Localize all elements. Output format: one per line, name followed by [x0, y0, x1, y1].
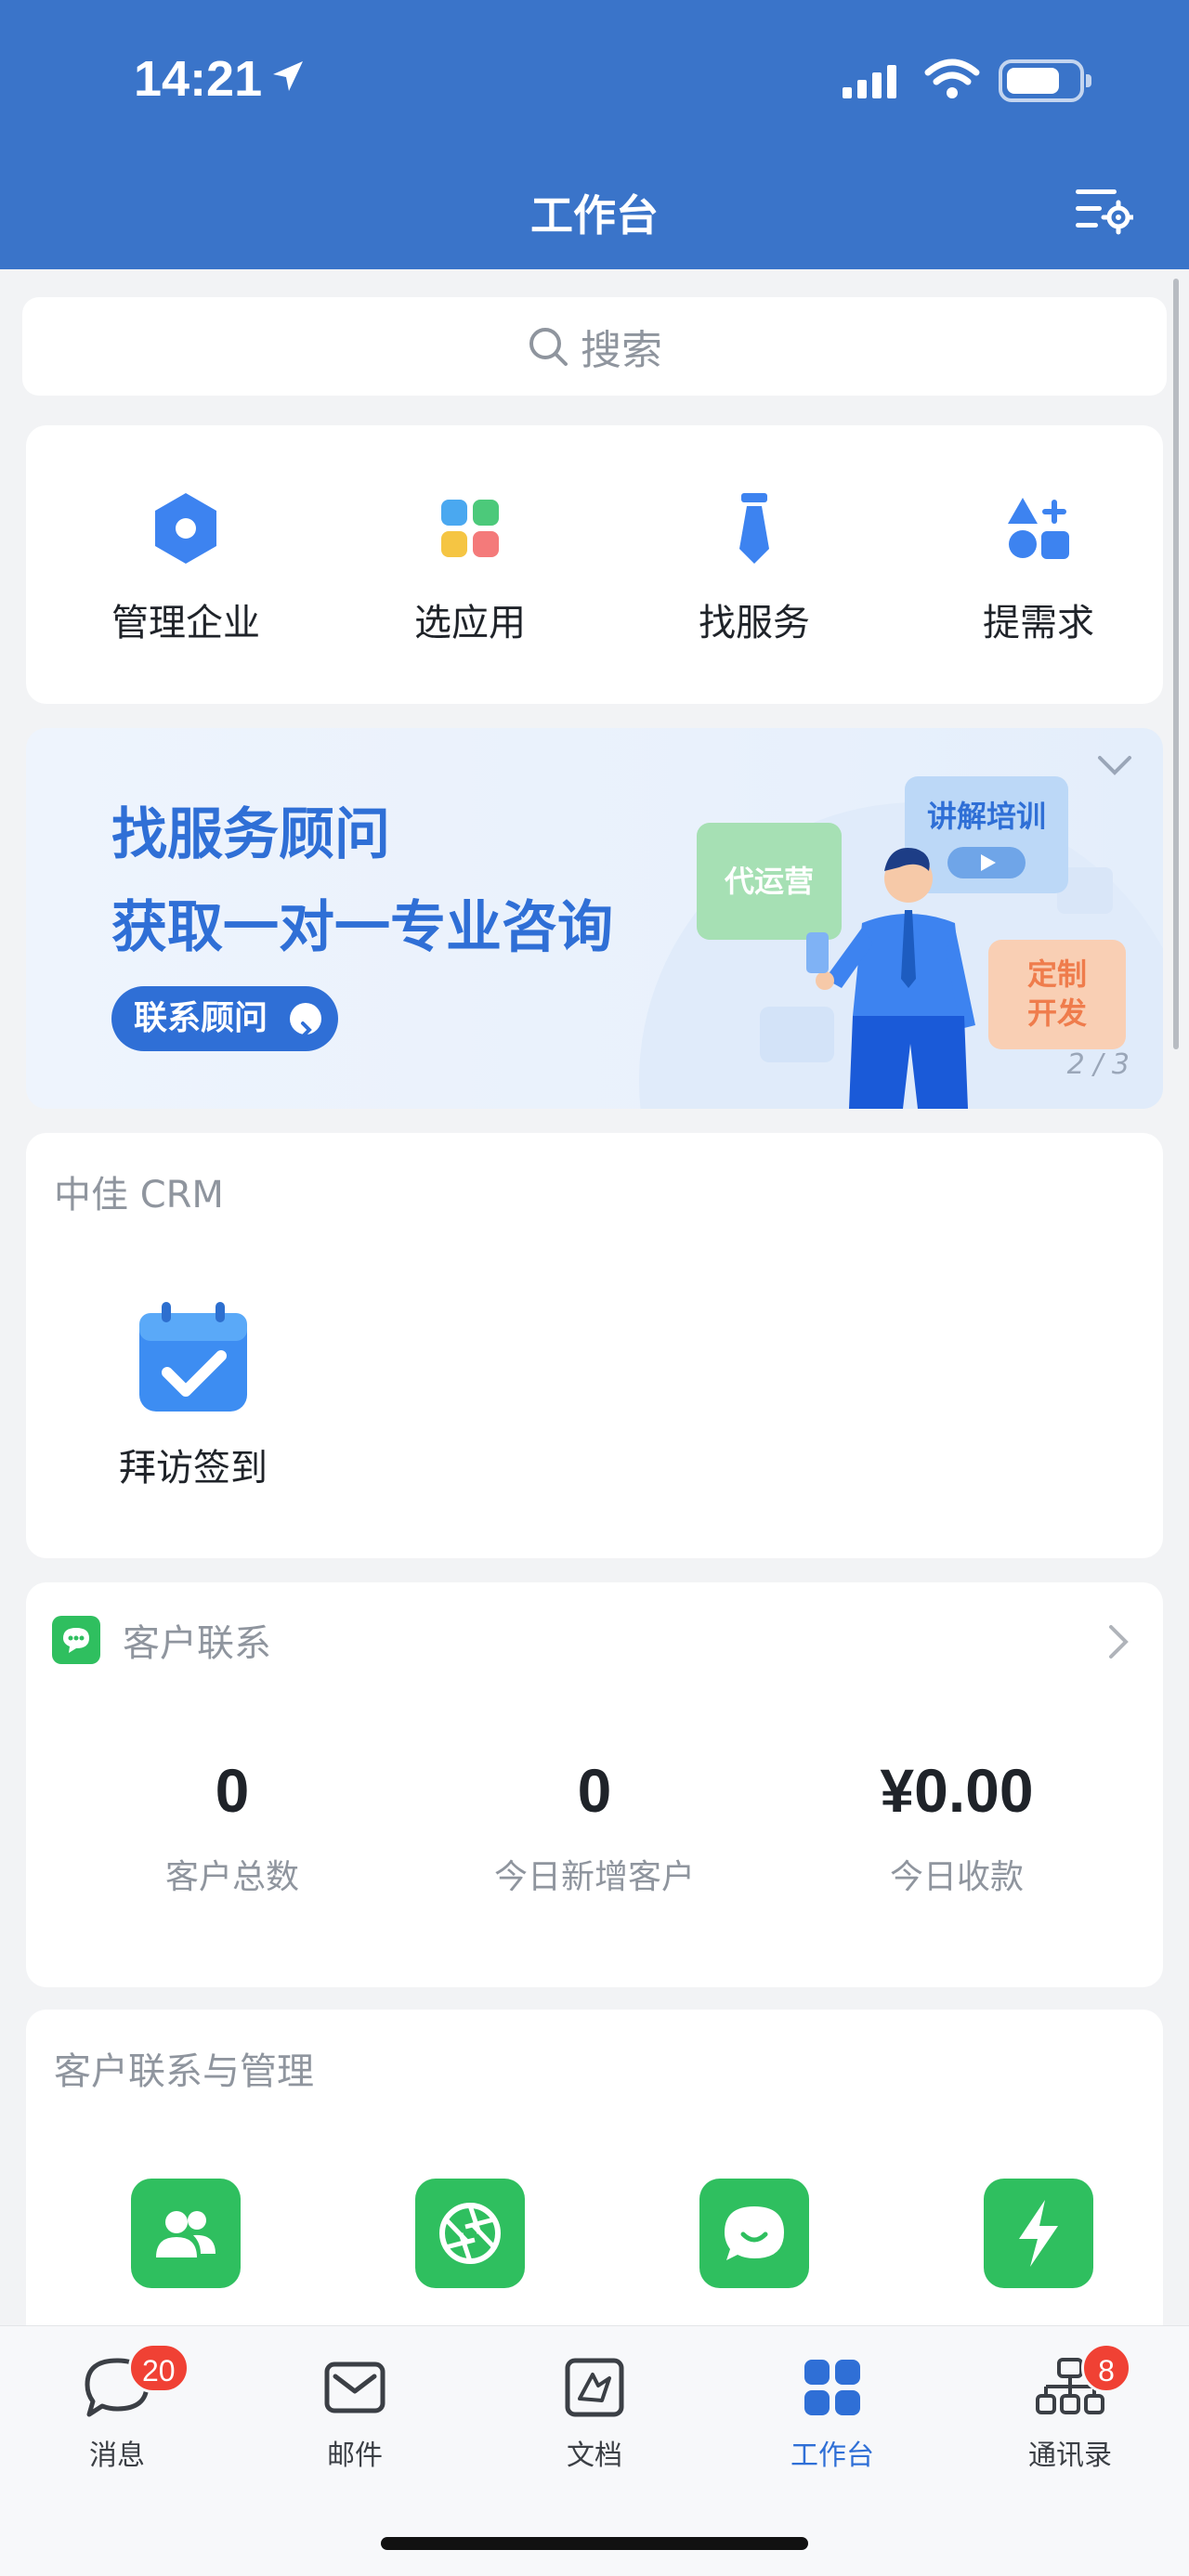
- quick-action-choose-app[interactable]: 选应用: [359, 485, 581, 646]
- cellular-signal-icon: [843, 65, 896, 98]
- chevron-right-icon: [290, 1003, 322, 1038]
- banner-subheadline: 获取一对一专业咨询: [111, 895, 613, 960]
- hexagon-icon: [155, 493, 216, 564]
- wifi-icon: [924, 59, 980, 98]
- status-bar: 14:21: [0, 45, 1189, 119]
- chevron-down-icon[interactable]: [1096, 754, 1133, 778]
- search-placeholder: 搜索: [581, 327, 662, 374]
- workbench-grid-icon: [804, 2360, 860, 2415]
- crm-title: 中佳 CRM: [54, 1174, 224, 1216]
- top-bar: 14:21 工作台: [0, 0, 1189, 269]
- stat-total-customers: 0 客户总数: [93, 1755, 372, 1898]
- search-icon: [529, 328, 568, 366]
- mgmt-item-moments[interactable]: [359, 2179, 581, 2288]
- quick-action-label: 提需求: [983, 602, 1094, 644]
- stat-label: 客户总数: [164, 1858, 299, 1896]
- advisor-illustration: [806, 848, 975, 1109]
- stat-value: 0: [577, 1756, 612, 1825]
- home-indicator[interactable]: [381, 2537, 808, 2550]
- quick-action-find-service[interactable]: 找服务: [643, 485, 866, 646]
- banner-headline: 找服务顾问: [111, 802, 390, 867]
- mgmt-item-wechat-service[interactable]: [643, 2179, 866, 2288]
- contact-advisor-label: 联系顾问: [134, 999, 268, 1037]
- stat-value: ¥0.00: [880, 1756, 1034, 1825]
- document-icon: [565, 2358, 624, 2417]
- tab-label: 消息: [89, 2439, 145, 2472]
- stat-new-customers-today: 0 今日新增客户: [455, 1755, 734, 1898]
- lightning-icon: [984, 2179, 1093, 2288]
- aperture-icon: [415, 2179, 525, 2288]
- stat-value: 0: [215, 1756, 250, 1825]
- battery-icon: [999, 59, 1091, 102]
- crm-item-label: 拜访签到: [119, 1447, 268, 1490]
- tab-docs[interactable]: 文档: [502, 2348, 687, 2473]
- tab-workbench[interactable]: 工作台: [739, 2348, 925, 2473]
- stat-payments-today: ¥0.00 今日收款: [817, 1755, 1096, 1898]
- banner-tag-training-label: 讲解培训: [926, 799, 1046, 834]
- tab-label: 工作台: [790, 2439, 874, 2472]
- service-advisor-banner[interactable]: 找服务顾问 获取一对一专业咨询 联系顾问 代运营 讲解培训 定制 开发 2 / …: [26, 728, 1163, 1109]
- tie-icon: [739, 493, 769, 564]
- tab-contacts[interactable]: 8 通讯录: [977, 2343, 1163, 2473]
- quick-action-label: 找服务: [699, 602, 810, 644]
- customer-management-title: 客户联系与管理: [54, 2050, 314, 2093]
- stat-label: 今日新增客户: [493, 1858, 695, 1896]
- quick-action-manage-enterprise[interactable]: 管理企业: [74, 485, 297, 646]
- chat-bubble-icon: [699, 2179, 809, 2288]
- contacts-badge: 8: [1081, 2343, 1131, 2393]
- quick-action-label: 管理企业: [111, 602, 260, 644]
- shapes-plus-icon: [1008, 498, 1069, 559]
- status-time: 14:21: [134, 51, 263, 107]
- wechat-chat-icon: [52, 1616, 100, 1664]
- crm-item-visit-checkin[interactable]: 拜访签到: [82, 1300, 305, 1491]
- chevron-right-icon[interactable]: [1107, 1623, 1130, 1660]
- mail-icon: [324, 2361, 385, 2413]
- banner-pager: 2 / 3: [1066, 1048, 1130, 1081]
- location-arrow-icon: [273, 61, 303, 91]
- tab-label: 文档: [567, 2439, 622, 2472]
- workbench-settings-icon[interactable]: [1072, 182, 1133, 238]
- contacts-icon: [131, 2179, 241, 2288]
- page-title: 工作台: [530, 190, 659, 241]
- tab-label: 邮件: [327, 2439, 383, 2472]
- customer-contact-card[interactable]: 客户联系 0 客户总数 0 今日新增客户 ¥0.00 今日收款: [26, 1582, 1163, 1987]
- quick-action-submit-request[interactable]: 提需求: [927, 485, 1150, 646]
- messages-badge: 20: [128, 2343, 189, 2393]
- search-bar[interactable]: 搜索: [22, 297, 1167, 396]
- calendar-check-icon: [139, 1302, 247, 1412]
- customer-contact-title: 客户联系: [123, 1622, 271, 1665]
- mgmt-item-contacts[interactable]: [74, 2179, 297, 2288]
- crm-card: 中佳 CRM 拜访签到: [26, 1133, 1163, 1558]
- tab-label: 通讯录: [1028, 2439, 1112, 2472]
- tab-mail[interactable]: 邮件: [262, 2348, 448, 2473]
- quick-action-label: 选应用: [414, 602, 526, 644]
- tab-messages[interactable]: 20 消息: [24, 2343, 210, 2473]
- contact-advisor-button[interactable]: 联系顾问: [111, 986, 339, 1051]
- customer-contact-header: 客户联系: [52, 1616, 271, 1665]
- apps-grid-icon: [441, 500, 499, 557]
- scrollbar[interactable]: [1173, 279, 1179, 1049]
- stat-label: 今日收款: [889, 1858, 1024, 1896]
- mgmt-item-quick-assistant[interactable]: [927, 2179, 1150, 2288]
- quick-actions-card: 管理企业 选应用 找服务 提需求: [26, 425, 1163, 704]
